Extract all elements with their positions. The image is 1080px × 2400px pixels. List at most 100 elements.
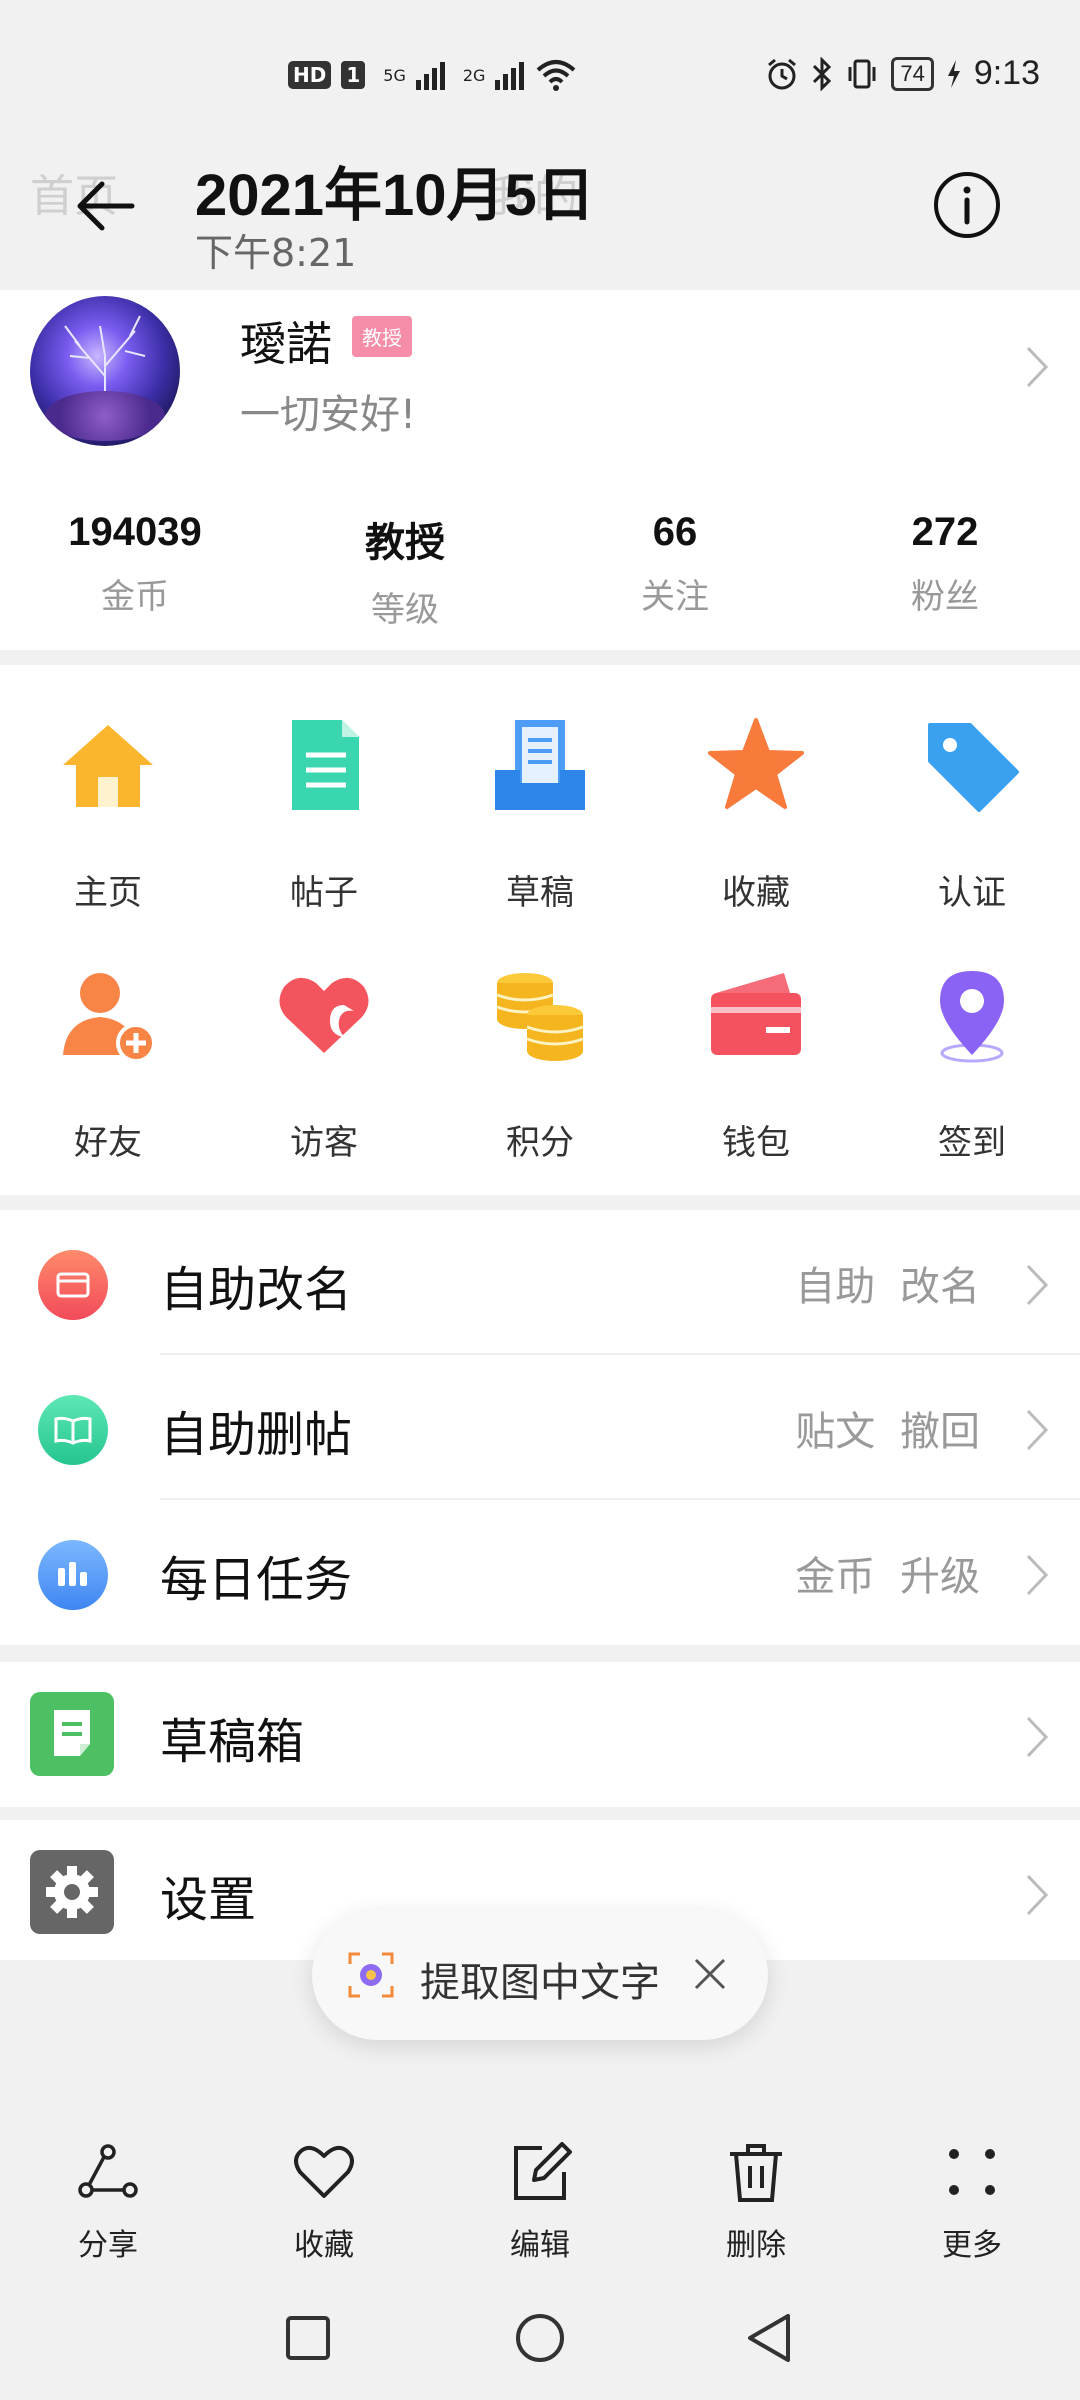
stat-value: 66 — [652, 510, 698, 554]
grid-item-label: 签到 — [938, 1123, 1006, 1163]
toast-label: 提取图中文字 — [420, 1960, 660, 2006]
home-button-icon[interactable] — [512, 2310, 568, 2366]
drafts-section: 草稿箱 — [0, 1662, 1080, 1807]
tag-icon — [928, 723, 1019, 812]
clock: 9:13 — [973, 54, 1040, 92]
signal-icon — [495, 60, 525, 90]
grid-item-label: 草稿 — [506, 873, 574, 913]
avatar[interactable] — [30, 296, 180, 446]
signal-icon — [415, 60, 445, 90]
list-item-title: 自助改名 — [160, 1262, 353, 1318]
stat-level[interactable]: 教授 等级 — [270, 510, 540, 631]
more-icon — [949, 2149, 995, 2195]
grid-item-verify[interactable]: 认证 — [864, 665, 1080, 913]
grid-item-wallet[interactable]: 钱包 — [648, 915, 864, 1163]
grid-item-visitors[interactable]: 访客 — [216, 915, 432, 1163]
card-icon — [38, 1250, 108, 1320]
vibrate-icon — [848, 59, 876, 88]
grid-item-posts[interactable]: 帖子 — [216, 665, 432, 913]
rank-badge: 教授 — [352, 316, 412, 357]
grid-item-label: 钱包 — [722, 1123, 790, 1163]
share-button[interactable]: 分享 — [0, 2120, 216, 2280]
stat-value: 194039 — [68, 510, 202, 554]
more-button[interactable]: 更多 — [864, 2120, 1080, 2280]
bar-chart-icon — [38, 1540, 108, 1610]
list-item-title: 草稿箱 — [160, 1714, 305, 1770]
signal-5g-label: 5G — [383, 65, 406, 85]
battery-indicator: 74 — [891, 56, 934, 91]
grid-item-drafts[interactable]: 草稿 — [432, 665, 648, 913]
wifi-icon — [537, 60, 576, 91]
stat-label: 金币 — [101, 577, 169, 617]
list-item-draft-box[interactable]: 草稿箱 — [0, 1662, 1080, 1807]
toolbar-label: 更多 — [942, 2228, 1002, 2263]
grid-item-label: 主页 — [74, 873, 142, 913]
list-item-title: 每日任务 — [160, 1552, 353, 1608]
info-icon[interactable] — [932, 170, 1002, 240]
stat-followers[interactable]: 272 粉丝 — [810, 510, 1080, 631]
location-pin-icon — [940, 971, 1004, 1063]
chevron-right-icon — [1026, 1716, 1049, 1758]
share-icon — [78, 2144, 138, 2198]
chevron-right-icon — [1026, 1264, 1049, 1306]
stats-row: 194039 金币 教授等级 66 关注 272 粉丝 — [0, 510, 1080, 631]
chevron-right-icon — [1026, 1874, 1049, 1916]
add-friend-icon — [63, 973, 156, 1063]
edit-icon — [514, 2142, 572, 2200]
stat-label: 关注 — [641, 577, 709, 617]
charging-icon — [947, 59, 960, 88]
feature-grid: 主页 帖子 草稿 收藏 认证 好友 访客 积分 钱包 签到 — [0, 665, 1080, 1195]
service-list: 自助改名 自助 改名 自助删帖 贴文 撤回 每日任务 金币 升级 — [0, 1210, 1080, 1645]
grid-item-label: 积分 — [506, 1123, 574, 1163]
list-item-rename[interactable]: 自助改名 自助 改名 — [0, 1210, 1080, 1355]
extract-text-toast[interactable]: 提取图中文字 — [312, 1910, 768, 2040]
toolbar-label: 编辑 — [510, 2228, 570, 2263]
chevron-right-icon — [1026, 1409, 1049, 1451]
close-icon[interactable] — [690, 1954, 730, 1994]
profile-card[interactable]: 璦諾 教授 一切安好! 194039 金币 教授等级 66 关注 272 粉丝 — [0, 290, 1080, 650]
stat-coins[interactable]: 194039 金币 — [0, 510, 270, 631]
list-item-title: 设置 — [160, 1872, 257, 1928]
chevron-right-icon — [1026, 1554, 1049, 1596]
hd-indicator: HD — [288, 61, 332, 89]
edit-button[interactable]: 编辑 — [432, 2120, 648, 2280]
signal-2g-label: 2G — [462, 65, 486, 85]
back-button-icon[interactable] — [742, 2310, 798, 2366]
post-icon — [292, 720, 359, 810]
scan-text-icon — [348, 1952, 394, 1998]
grid-item-label: 访客 — [290, 1123, 358, 1163]
user-name: 璦諾 — [240, 317, 332, 371]
stat-label: 粉丝 — [911, 577, 979, 617]
grid-item-favorites[interactable]: 收藏 — [648, 665, 864, 913]
favorite-button[interactable]: 收藏 — [216, 2120, 432, 2280]
stat-value: 教授 — [365, 521, 445, 565]
list-item-hint: 自助 改名 — [795, 1264, 980, 1310]
grid-item-friends[interactable]: 好友 — [0, 915, 216, 1163]
delete-button[interactable]: 删除 — [648, 2120, 864, 2280]
wallet-icon — [711, 973, 801, 1055]
coins-icon — [496, 973, 584, 1061]
toolbar-label: 删除 — [726, 2228, 786, 2263]
status-bar: HD 1 5G 2G 74 9:13 — [0, 0, 1080, 130]
note-icon — [30, 1692, 114, 1776]
recent-apps-icon[interactable] — [280, 2310, 336, 2366]
user-motto: 一切安好! — [240, 392, 417, 438]
home-icon — [63, 725, 153, 807]
back-arrow-icon[interactable] — [70, 170, 142, 242]
page-title: 2021年10月5日 — [195, 163, 595, 228]
gear-icon — [30, 1850, 114, 1934]
heart-icon — [294, 2145, 354, 2198]
page-subtitle: 下午8:21 — [195, 231, 357, 275]
bluetooth-icon — [813, 56, 832, 91]
grid-item-label: 认证 — [938, 873, 1006, 913]
stat-following[interactable]: 66 关注 — [540, 510, 810, 631]
list-item-daily-task[interactable]: 每日任务 金币 升级 — [0, 1500, 1080, 1645]
list-item-delete-post[interactable]: 自助删帖 贴文 撤回 — [0, 1355, 1080, 1500]
grid-item-checkin[interactable]: 签到 — [864, 915, 1080, 1163]
stat-value: 272 — [911, 510, 979, 554]
list-item-title: 自助删帖 — [160, 1407, 353, 1463]
stat-label: 等级 — [371, 590, 439, 630]
grid-item-points[interactable]: 积分 — [432, 915, 648, 1163]
sim-indicator: 1 — [341, 61, 366, 89]
grid-item-home[interactable]: 主页 — [0, 665, 216, 913]
